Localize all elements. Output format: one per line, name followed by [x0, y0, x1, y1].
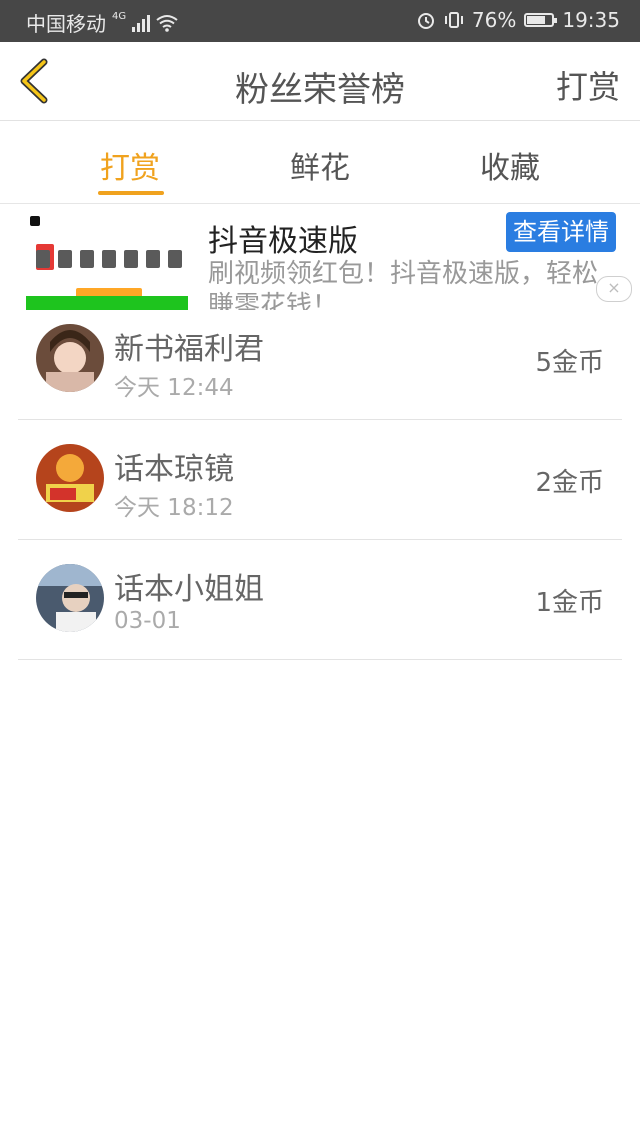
clock: 19:35 [562, 8, 620, 32]
carrier-label: 中国移动 [26, 12, 106, 36]
list-item[interactable]: 新书福利君 今天 12:44 5金币 [18, 300, 622, 420]
page-title: 粉丝荣誉榜 [235, 70, 405, 110]
avatar [36, 444, 104, 512]
reward-time: 今天 18:12 [114, 495, 234, 521]
checkin-day [146, 250, 160, 268]
checkin-day [168, 250, 182, 268]
wifi-icon [156, 14, 178, 32]
vibrate-icon [444, 12, 463, 28]
fan-name: 话本小姐姐 [114, 572, 264, 607]
avatar [36, 324, 104, 392]
tab-bar: 打赏 鲜花 收藏 [0, 121, 640, 204]
battery-percent: 76% [471, 8, 517, 32]
avatar [36, 564, 104, 632]
tab-flowers[interactable]: 鲜花 [260, 143, 380, 187]
ad-image[interactable] [26, 214, 188, 310]
checkin-days [36, 250, 182, 268]
checkin-day [124, 250, 138, 268]
tab-favorites[interactable]: 收藏 [450, 143, 570, 187]
checkin-day [58, 250, 72, 268]
top-app-bar: 粉丝荣誉榜 打赏 [0, 42, 640, 121]
status-bar: 中国移动 4G 76% 19:35 [0, 0, 640, 42]
ad-details-button[interactable]: 查看详情 [506, 212, 616, 252]
fan-name: 话本琼镜 [114, 452, 234, 487]
network-type: 4G [112, 11, 127, 22]
checkin-day [102, 250, 116, 268]
signal-icon [132, 14, 151, 32]
list-item[interactable]: 话本琼镜 今天 18:12 2金币 [18, 420, 622, 540]
checkin-day [80, 250, 94, 268]
coin-amount: 5金币 [535, 348, 604, 378]
fan-list: 新书福利君 今天 12:44 5金币 话本琼镜 今天 18:12 2金币 话本小… [18, 300, 622, 660]
reward-time: 今天 12:44 [114, 375, 234, 401]
coin-amount: 2金币 [535, 468, 604, 498]
battery-icon [524, 13, 558, 27]
tab-indicator [98, 191, 164, 195]
fan-name: 新书福利君 [114, 332, 264, 367]
ad-close-button[interactable]: × [596, 276, 632, 302]
ad-title: 抖音极速版 [208, 224, 358, 259]
checkin-day [36, 250, 50, 268]
list-item[interactable]: 话本小姐姐 03-01 1金币 [18, 540, 622, 660]
reward-button[interactable]: 打赏 [556, 62, 620, 108]
ad-banner[interactable]: 抖音极速版 刷视频领红包！抖音极速版，轻松賺零花钱！ 查看详情 [0, 204, 640, 310]
coin-amount: 1金币 [535, 588, 604, 618]
alarm-icon [417, 13, 434, 29]
reward-time: 03-01 [114, 608, 181, 634]
tiktok-logo-icon [30, 216, 40, 226]
tab-reward[interactable]: 打赏 [70, 143, 190, 187]
